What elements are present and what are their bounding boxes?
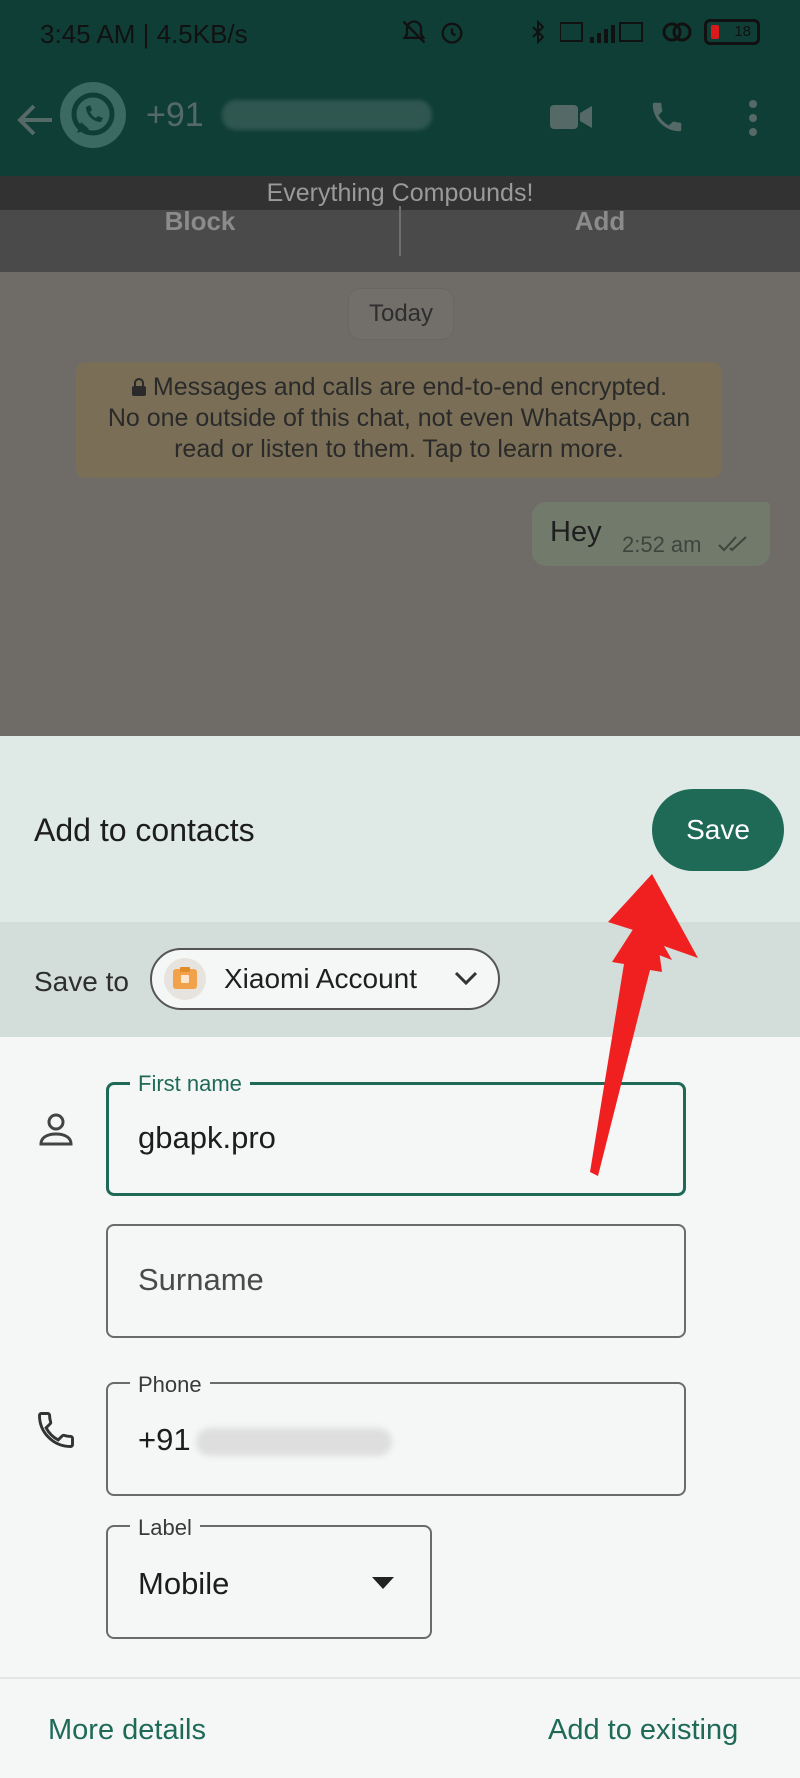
message-time: 2:52 am (622, 532, 702, 557)
encryption-notice[interactable]: Messages and calls are end-to-end encryp… (76, 362, 722, 478)
contacts-app-icon (173, 967, 197, 989)
phone-field[interactable] (106, 1382, 686, 1496)
bluetooth-icon (532, 19, 545, 45)
save-button[interactable]: Save (652, 789, 784, 871)
contact-number[interactable]: +91 (146, 96, 204, 135)
battery-level: 18 (734, 23, 751, 40)
wifi-icon (662, 22, 692, 42)
signal-icon (560, 22, 643, 43)
alarm-icon (441, 22, 463, 44)
block-button[interactable]: Block (0, 206, 400, 237)
label-value: Mobile (138, 1566, 230, 1601)
account-name: Xiaomi Account (224, 963, 417, 994)
dropdown-caret-icon (372, 1577, 394, 1589)
contact-avatar[interactable] (60, 82, 126, 148)
encryption-line-2: No one outside of this chat, not even Wh… (107, 404, 691, 432)
status-icons: 18 (400, 18, 760, 46)
message-text: Hey (550, 516, 602, 548)
add-button[interactable]: Add (400, 206, 800, 237)
label-field-label: Label (130, 1515, 200, 1541)
sheet-title: Add to contacts (34, 812, 255, 848)
whatsapp-logo-icon (71, 92, 115, 136)
lock-icon (131, 378, 146, 396)
video-call-icon[interactable] (550, 102, 592, 132)
encryption-line-3: read or listen to them. Tap to learn mor… (174, 435, 624, 463)
voice-call-icon[interactable] (648, 98, 686, 136)
first-name-value: gbapk.pro (138, 1120, 276, 1155)
encryption-line-1: Messages and calls are end-to-end encryp… (76, 372, 722, 403)
xiaomi-account-icon (164, 958, 206, 1000)
save-to-label: Save to (34, 966, 129, 997)
back-arrow-icon[interactable] (16, 98, 56, 142)
annotation-arrow-icon (590, 874, 698, 1176)
redacted-phone-number (196, 1428, 392, 1456)
more-menu-icon[interactable] (746, 98, 760, 138)
mute-icon (402, 20, 426, 44)
more-details-button[interactable]: More details (48, 1714, 206, 1747)
phone-label: Phone (130, 1372, 210, 1398)
chevron-down-icon (454, 971, 478, 986)
phone-icon (38, 1412, 74, 1448)
phone-prefix: +91 (138, 1422, 191, 1457)
status-time: 3:45 AM | 4.5KB/s (40, 19, 248, 49)
redacted-number (222, 100, 432, 130)
read-ticks-icon (718, 536, 747, 552)
surname-placeholder: Surname (138, 1262, 264, 1297)
first-name-label: First name (130, 1071, 250, 1097)
date-pill: Today (348, 288, 454, 340)
add-to-existing-button[interactable]: Add to existing (548, 1714, 738, 1747)
person-icon (39, 1113, 73, 1146)
battery-icon: 18 (704, 19, 760, 45)
toast-banner: Everything Compounds! (0, 176, 800, 210)
